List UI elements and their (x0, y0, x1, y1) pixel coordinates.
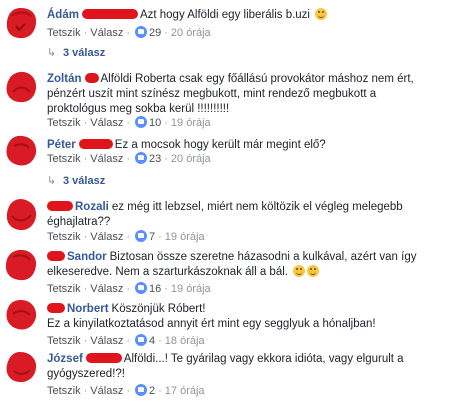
like-button[interactable]: Tetszik (47, 27, 81, 39)
like-count[interactable]: 7 (149, 231, 155, 243)
comment-body: Rozali ez még itt lebzsel, miért nem költ… (47, 200, 438, 230)
like-button[interactable]: Tetszik (47, 153, 81, 165)
redaction-mark (78, 139, 113, 149)
reply-arrow-icon: ↳ (47, 175, 57, 187)
reply-arrow-icon: ↳ (47, 47, 57, 59)
view-replies-link[interactable]: ↳ 3 válasz (47, 174, 105, 187)
comment-actions: Tetszik · Válasz · 4 · 18 órája (47, 334, 205, 347)
comment-body: Ádám Azt hogy Alföldi egy liberális b.uzi (47, 8, 438, 23)
author-name[interactable]: Péter (47, 139, 76, 151)
like-button[interactable]: Tetszik (47, 117, 81, 129)
like-icon (135, 384, 147, 396)
comment-text: Alföldi Roberta csak egy főállású provok… (47, 73, 414, 115)
avatar[interactable] (4, 134, 38, 168)
redaction-mark (84, 73, 99, 83)
redaction-mark (47, 303, 65, 313)
reply-button[interactable]: Válasz (90, 385, 123, 397)
grinning-sweat-emoji (293, 265, 306, 277)
replies-count: 3 válasz (63, 47, 106, 59)
like-count[interactable]: 16 (149, 283, 161, 295)
grinning-sweat-emoji (315, 8, 328, 20)
reply-button[interactable]: Válasz (90, 117, 123, 129)
comment-text-line1: Köszönjük Róbert! (111, 303, 206, 315)
comment-actions: Tetszik · Válasz · 16 · 19 órája (47, 282, 211, 295)
author-name[interactable]: Ádám (47, 9, 79, 21)
reply-button[interactable]: Válasz (90, 231, 123, 243)
timestamp[interactable]: 20 órája (171, 27, 211, 39)
comment-body: Sandor Biztosan össze szeretne házasodni … (47, 250, 438, 280)
redaction-mark (47, 251, 65, 261)
like-button[interactable]: Tetszik (47, 231, 81, 243)
author-name[interactable]: Sandor (67, 251, 107, 263)
like-icon (135, 334, 147, 346)
avatar[interactable] (4, 6, 38, 40)
like-button[interactable]: Tetszik (47, 385, 81, 397)
reply-button[interactable]: Válasz (90, 335, 123, 347)
reply-button[interactable]: Válasz (90, 153, 123, 165)
timestamp[interactable]: 19 órája (171, 283, 211, 295)
author-name[interactable]: Rozali (75, 201, 109, 213)
timestamp[interactable]: 20 órája (171, 153, 211, 165)
author-name[interactable]: József (47, 353, 83, 365)
like-button[interactable]: Tetszik (47, 283, 81, 295)
comment-actions: Tetszik · Válasz · 2 · 17 órája (47, 384, 205, 397)
avatar[interactable] (4, 198, 38, 232)
like-count[interactable]: 29 (149, 27, 161, 39)
author-name[interactable]: Zoltán (47, 73, 82, 85)
comment-text: Ez a mocsok hogy került már megint elő? (114, 139, 326, 151)
like-icon (135, 26, 147, 38)
comment-actions: Tetszik · Válasz · 29 · 20 órája (47, 26, 211, 39)
like-icon (135, 282, 147, 294)
comment-body: József Alföldi...! Te gyárilag vagy ekkor… (47, 352, 438, 382)
comment-text: Azt hogy Alföldi egy liberális b.uzi (139, 9, 310, 21)
like-icon (135, 116, 147, 128)
like-count[interactable]: 2 (149, 385, 155, 397)
comment-body: Zoltán Alföldi Roberta csak egy főállású … (47, 72, 438, 117)
view-replies-link[interactable]: ↳ 3 válasz (47, 46, 105, 59)
avatar[interactable] (4, 70, 38, 104)
timestamp[interactable]: 19 órája (171, 117, 211, 129)
like-count[interactable]: 10 (149, 117, 161, 129)
like-icon (135, 152, 147, 164)
like-button[interactable]: Tetszik (47, 335, 81, 347)
comment-text-line2: Ez a kinyilatkoztatásod annyit ért mint … (47, 318, 376, 330)
avatar[interactable] (4, 298, 38, 332)
author-name[interactable]: Norbert (67, 303, 109, 315)
timestamp[interactable]: 18 órája (165, 335, 205, 347)
comment-body: Norbert Köszönjük Róbert! Ez a kinyilatko… (47, 302, 438, 332)
reply-button[interactable]: Válasz (90, 27, 123, 39)
comment-body: Péter Ez a mocsok hogy került már megint … (47, 138, 438, 153)
comment-actions: Tetszik · Válasz · 10 · 19 órája (47, 116, 211, 129)
like-icon (135, 230, 147, 242)
comment-actions: Tetszik · Válasz · 23 · 20 órája (47, 152, 211, 165)
like-count[interactable]: 23 (149, 153, 161, 165)
timestamp[interactable]: 19 órája (165, 231, 205, 243)
avatar[interactable] (4, 248, 38, 282)
like-count[interactable]: 4 (149, 335, 155, 347)
redaction-mark (85, 353, 122, 363)
redaction-mark (47, 201, 73, 211)
timestamp[interactable]: 17 órája (165, 385, 205, 397)
comment-actions: Tetszik · Válasz · 7 · 19 órája (47, 230, 205, 243)
avatar[interactable] (4, 350, 38, 384)
redaction-mark (81, 9, 138, 19)
replies-count: 3 válasz (63, 175, 106, 187)
smiling-emoji (307, 265, 320, 277)
reply-button[interactable]: Válasz (90, 283, 123, 295)
